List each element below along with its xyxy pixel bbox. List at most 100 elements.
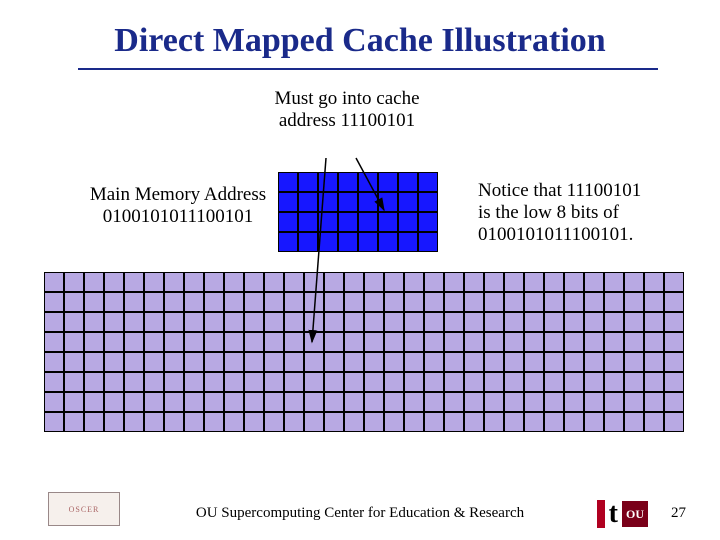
memory-cell	[464, 352, 484, 372]
memory-cell	[364, 312, 384, 332]
memory-cell	[244, 372, 264, 392]
memory-cell	[144, 392, 164, 412]
memory-cell	[444, 312, 464, 332]
memory-cell	[84, 292, 104, 312]
memory-cell	[544, 312, 564, 332]
memory-cell	[604, 292, 624, 312]
memory-cell	[44, 412, 64, 432]
memory-cell	[564, 332, 584, 352]
memory-cell	[124, 292, 144, 312]
memory-cell	[544, 332, 564, 352]
memory-cell	[64, 412, 84, 432]
memory-cell	[584, 392, 604, 412]
memory-cell	[304, 332, 324, 352]
cache-cell	[418, 212, 438, 232]
memory-cell	[164, 312, 184, 332]
memory-cell	[444, 272, 464, 292]
memory-cell	[44, 372, 64, 392]
memory-cell	[224, 352, 244, 372]
memory-cell	[644, 332, 664, 352]
cache-cell	[318, 232, 338, 252]
memory-cell	[504, 332, 524, 352]
memory-cell	[664, 292, 684, 312]
memory-cell	[564, 392, 584, 412]
cache-cell	[378, 212, 398, 232]
memory-cell	[284, 352, 304, 372]
memory-cell	[304, 272, 324, 292]
memory-cell	[424, 332, 444, 352]
memory-cell	[124, 272, 144, 292]
memory-cell	[544, 372, 564, 392]
memory-cell	[104, 332, 124, 352]
memory-cell	[104, 292, 124, 312]
memory-cell	[604, 352, 624, 372]
memory-cell	[64, 292, 84, 312]
memory-cell	[164, 392, 184, 412]
memory-cell	[244, 352, 264, 372]
memory-cell	[604, 332, 624, 352]
memory-cell	[344, 352, 364, 372]
memory-cell	[524, 412, 544, 432]
memory-cell	[584, 312, 604, 332]
memory-cell	[544, 412, 564, 432]
memory-cell	[484, 372, 504, 392]
memory-cell	[184, 332, 204, 352]
memory-cell	[504, 312, 524, 332]
memory-cell	[584, 292, 604, 312]
memory-cell	[384, 372, 404, 392]
memory-cell	[184, 412, 204, 432]
memory-cell	[284, 412, 304, 432]
arrows-overlay	[0, 0, 720, 540]
memory-cell	[44, 392, 64, 412]
memory-cell	[384, 292, 404, 312]
cache-cell	[378, 192, 398, 212]
memory-cell	[564, 412, 584, 432]
memory-cell	[484, 392, 504, 412]
memory-cell	[204, 272, 224, 292]
memory-cell	[244, 332, 264, 352]
memory-cell	[664, 392, 684, 412]
memory-cell	[344, 272, 364, 292]
memory-cell	[504, 392, 524, 412]
memory-cell	[144, 332, 164, 352]
memory-cell	[424, 312, 444, 332]
memory-cell	[124, 392, 144, 412]
memory-cell	[164, 372, 184, 392]
memory-cell	[284, 332, 304, 352]
memory-cell	[424, 392, 444, 412]
memory-cell	[44, 292, 64, 312]
cache-cell	[278, 212, 298, 232]
memory-cell	[544, 272, 564, 292]
memory-cell	[284, 372, 304, 392]
memory-cell	[144, 292, 164, 312]
memory-cell	[304, 292, 324, 312]
memory-cell	[264, 372, 284, 392]
memory-cell	[524, 372, 544, 392]
memory-cell	[144, 412, 164, 432]
memory-cell	[484, 412, 504, 432]
memory-cell	[524, 292, 544, 312]
cache-cell	[378, 172, 398, 192]
memory-cell	[84, 392, 104, 412]
memory-cell	[84, 332, 104, 352]
title-underline	[78, 68, 658, 70]
memory-cell	[384, 412, 404, 432]
memory-cell	[264, 272, 284, 292]
memory-cell	[424, 272, 444, 292]
memory-cell	[504, 372, 524, 392]
memory-cell	[664, 372, 684, 392]
it-logo-t: t	[609, 500, 618, 528]
memory-cell	[304, 372, 324, 392]
memory-cell	[324, 332, 344, 352]
memory-cell	[444, 372, 464, 392]
memory-cell	[304, 352, 324, 372]
memory-cell	[464, 292, 484, 312]
memory-cell	[544, 392, 564, 412]
memory-cell	[404, 412, 424, 432]
page-number: 27	[671, 505, 686, 522]
main-memory-grid	[44, 272, 684, 432]
cache-cell	[358, 192, 378, 212]
memory-cell	[164, 272, 184, 292]
cache-cell	[318, 192, 338, 212]
memory-cell	[284, 312, 304, 332]
